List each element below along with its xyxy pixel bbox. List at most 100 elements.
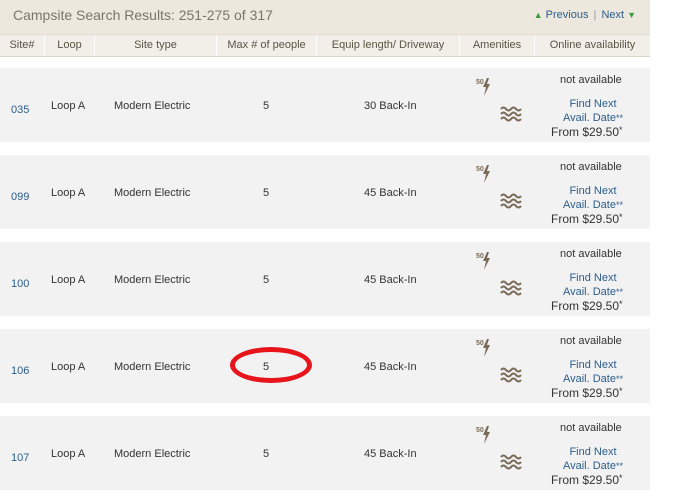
equip-length-cell: 45 Back-In [364,274,417,286]
max-people-cell: 5 [263,100,270,112]
site-number-link[interactable]: 099 [11,191,29,203]
avail-date-line: Avail. Date [562,373,616,385]
find-next-avail-date-link[interactable]: Find Next Avail. Date** [548,445,638,473]
loop-cell: Loop A [51,274,86,286]
footnote-marker: ** [615,374,623,384]
footnote-marker: ** [615,113,623,123]
avail-date-line: Avail. Date [562,460,616,472]
avail-date-line: Avail. Date [562,112,616,124]
results-title: Campsite Search Results: 251-275 of 317 [13,7,273,23]
electric-50amp-icon: 50 [476,337,494,364]
site-number-link[interactable]: 107 [11,452,29,464]
annotation-circle [230,347,312,383]
price-value: From $29.50 [551,125,620,139]
table-row: 035 Loop A Modern Electric 5 30 Back-In … [0,68,650,142]
triangle-down-icon: ▼ [627,10,636,20]
electric-50amp-icon: 50 [476,76,494,103]
table-row: 100 Loop A Modern Electric 5 45 Back-In … [0,242,650,316]
loop-cell: Loop A [51,187,86,199]
pagination-nav: ▲ Previous | Next ▼ [534,9,636,21]
price-text: From $29.50* [551,299,623,313]
price-text: From $29.50* [551,386,623,400]
price-value: From $29.50 [551,473,620,487]
equip-length-cell: 30 Back-In [364,100,417,112]
loop-cell: Loop A [51,361,86,373]
svg-text:50: 50 [476,79,484,86]
price-value: From $29.50 [551,212,620,226]
price-value: From $29.50 [551,386,620,400]
find-next-line: Find Next [569,272,617,284]
svg-text:50: 50 [476,253,484,260]
waterfront-icon [500,192,522,215]
column-header-max-people[interactable]: Max # of people [217,35,317,56]
electric-50amp-icon: 50 [476,250,494,277]
triangle-up-icon: ▲ [533,10,543,20]
price-footnote-marker: * [619,473,623,483]
equip-length-cell: 45 Back-In [364,187,417,199]
campsite-results-panel: Campsite Search Results: 251-275 of 317 … [0,0,650,493]
max-people-cell: 5 [263,187,270,199]
availability-status: not available [560,248,622,260]
price-footnote-marker: * [619,125,623,135]
waterfront-icon [500,279,522,302]
site-number-link[interactable]: 035 [11,104,29,116]
footnote-marker: ** [615,287,623,297]
column-header-equip-length[interactable]: Equip length/ Driveway [317,35,460,56]
loop-cell: Loop A [51,448,86,460]
loop-cell: Loop A [51,100,86,112]
results-header: Campsite Search Results: 251-275 of 317 … [0,0,650,35]
column-header-site-type[interactable]: Site type [95,35,217,56]
avail-date-line: Avail. Date [562,199,616,211]
table-row: 099 Loop A Modern Electric 5 45 Back-In … [0,155,650,229]
site-number-link[interactable]: 100 [11,278,29,290]
find-next-line: Find Next [569,446,617,458]
svg-text:50: 50 [476,340,484,347]
site-number-link[interactable]: 106 [11,365,29,377]
find-next-line: Find Next [569,359,617,371]
svg-text:50: 50 [476,427,484,434]
site-type-cell: Modern Electric [114,361,191,373]
availability-status: not available [560,335,622,347]
equip-length-cell: 45 Back-In [364,361,417,373]
availability-status: not available [560,161,622,173]
equip-length-cell: 45 Back-In [364,448,417,460]
electric-50amp-icon: 50 [476,163,494,190]
max-people-cell: 5 [263,274,270,286]
table-row: 106 Loop A Modern Electric 5 45 Back-In … [0,329,650,403]
avail-date-line: Avail. Date [562,286,616,298]
waterfront-icon [500,366,522,389]
price-footnote-marker: * [619,212,623,222]
find-next-avail-date-link[interactable]: Find Next Avail. Date** [548,271,638,299]
column-header-amenities: Amenities [460,35,535,56]
price-value: From $29.50 [551,299,620,313]
find-next-line: Find Next [569,98,617,110]
availability-status: not available [560,74,622,86]
waterfront-icon [500,453,522,476]
find-next-avail-date-link[interactable]: Find Next Avail. Date** [548,97,638,125]
previous-link[interactable]: Previous [546,9,589,21]
waterfront-icon [500,105,522,128]
electric-50amp-icon: 50 [476,424,494,451]
price-footnote-marker: * [619,386,623,396]
column-header-online-availability: Online availability [549,39,636,51]
find-next-line: Find Next [569,185,617,197]
site-type-cell: Modern Electric [114,448,191,460]
availability-status: not available [560,422,622,434]
find-next-avail-date-link[interactable]: Find Next Avail. Date** [548,358,638,386]
price-text: From $29.50* [551,212,623,226]
pagination-separator: | [593,9,597,21]
svg-text:50: 50 [476,166,484,173]
max-people-cell: 5 [263,448,270,460]
column-header-loop[interactable]: Loop [45,35,95,56]
next-link[interactable]: Next [601,9,624,21]
price-text: From $29.50* [551,473,623,487]
footnote-marker: ** [615,200,623,210]
price-text: From $29.50* [551,125,623,139]
footnote-marker: ** [615,461,623,471]
column-header-row: Site# Loop Site type Max # of people Equ… [0,35,650,57]
find-next-avail-date-link[interactable]: Find Next Avail. Date** [548,184,638,212]
column-header-site[interactable]: Site# [0,35,45,56]
site-type-cell: Modern Electric [114,274,191,286]
price-footnote-marker: * [619,299,623,309]
site-type-cell: Modern Electric [114,187,191,199]
